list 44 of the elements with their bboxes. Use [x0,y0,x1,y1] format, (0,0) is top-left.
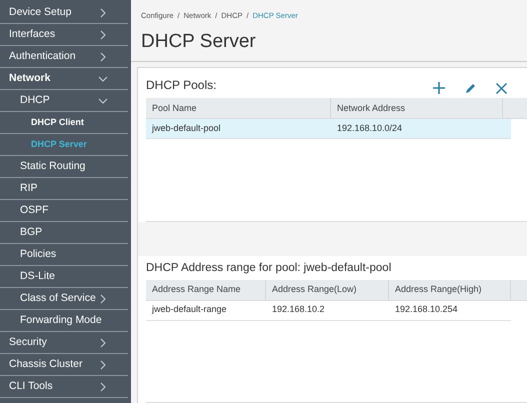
sidebar-item[interactable]: CLI Tools [0,376,128,398]
chevron-right-icon [98,8,108,18]
sidebar-item[interactable]: OSPF [0,200,128,222]
chevron-down-icon [98,74,108,84]
sidebar-item[interactable]: Interfaces [0,24,128,46]
column-header[interactable]: Address Range Name [146,280,266,300]
sidebar-item[interactable]: DS-Lite [0,266,128,288]
table-cell-text: jweb-default-range [150,303,228,316]
column-header[interactable]: Address Range(Low) [266,280,389,300]
table-cell-text: 192.168.10.2 [271,303,326,316]
chevron-right-icon [98,52,108,62]
table-row[interactable]: jweb-default-range 192.168.10.2 192.168.10.254 [146,300,511,320]
section-title: DHCP Pools: [146,77,216,94]
sidebar-item[interactable]: Class of Service [0,288,128,310]
sidebar-item[interactable]: DHCP Client [0,112,128,134]
sidebar-item[interactable]: BGP [0,222,128,244]
sidebar-item[interactable]: Authentication [0,46,128,68]
column-header[interactable]: Address Range(High) [389,280,511,300]
table-cell-text: jweb-default-pool [150,122,222,135]
sidebar-item[interactable]: Forwarding Mode [0,310,128,332]
chevron-down-icon [98,96,108,106]
sidebar-item[interactable]: Chassis Cluster [0,354,128,376]
chevron-right-icon [98,338,108,348]
page-title: DHCP Server [140,32,257,52]
chevron-right-icon [98,360,108,370]
chevron-right-icon [98,294,108,304]
section-title: DHCP Address range for pool: jweb-default-pool [145,261,392,276]
edit-icon[interactable] [465,82,476,94]
chevron-right-icon [98,382,108,392]
sidebar-item[interactable]: Security [0,332,128,354]
sidebar-item[interactable]: Network [0,68,128,90]
sidebar-item[interactable]: DHCP [0,90,128,112]
table-row[interactable]: jweb-default-pool 192.168.10.0/24 [146,119,511,140]
sidebar-item[interactable]: Policies [0,244,128,266]
sidebar-item[interactable]: RIP [0,178,128,200]
sidebar-item[interactable]: Static Routing [0,156,128,178]
close-icon[interactable] [496,82,507,94]
add-icon[interactable] [433,82,445,94]
column-header[interactable]: Network Address [331,98,503,118]
sidebar-item[interactable]: Device Setup [0,2,128,24]
column-header[interactable]: Pool Name [146,98,331,118]
chevron-right-icon [98,30,108,40]
table-cell-text: 192.168.10.0/24 [336,122,404,135]
table-cell-text: 192.168.10.254 [394,303,459,316]
